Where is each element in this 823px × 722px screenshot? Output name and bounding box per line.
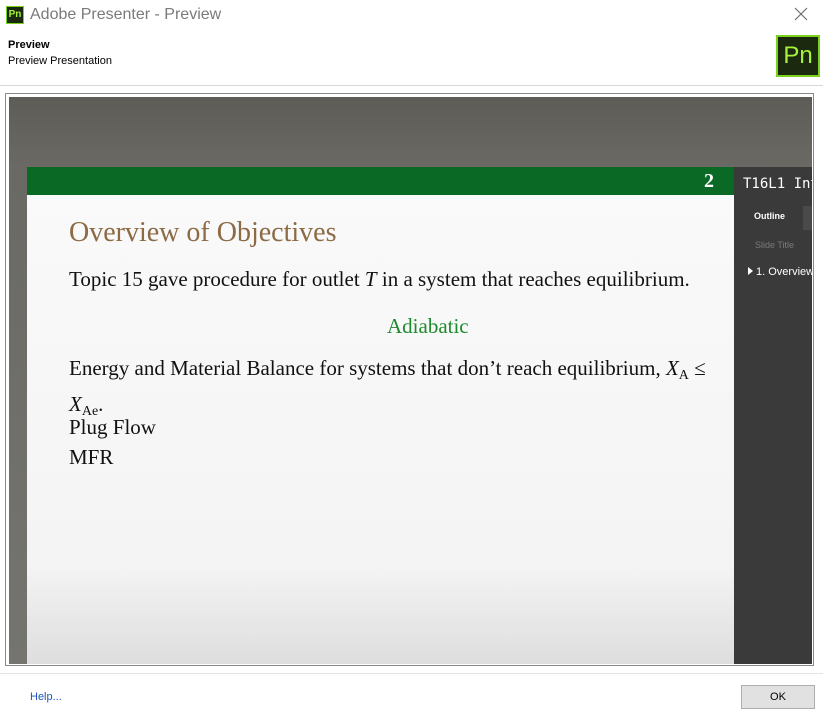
preview-frame: 2 Overview of Objectives Topic 15 gave p… — [5, 93, 814, 666]
dialog-header: Preview Preview Presentation Pn — [0, 31, 823, 86]
presentation-title: T16L1 Int — [743, 176, 812, 192]
ok-button[interactable]: OK — [741, 685, 815, 709]
header-title: Preview — [8, 39, 50, 51]
dialog-footer: Help... OK — [0, 673, 823, 722]
tab-outline[interactable]: Outline — [754, 211, 785, 221]
outline-item-overview[interactable]: 1. Overview — [748, 266, 812, 278]
slide: 2 Overview of Objectives Topic 15 gave p… — [27, 167, 734, 664]
close-button[interactable] — [787, 4, 815, 26]
title-bar: Pn Adobe Presenter - Preview — [0, 0, 823, 31]
tab-divider — [803, 206, 812, 230]
outline-item-label: 1. Overview — [756, 266, 812, 278]
slide-heading: Overview of Objectives — [69, 217, 337, 248]
close-icon — [794, 7, 808, 21]
slide-number: 2 — [704, 170, 714, 192]
slide-title-column-header: Slide Title — [755, 240, 795, 250]
slide-bullet-energy-balance: Energy and Material Balance for systems … — [69, 356, 706, 419]
preview-stage: 2 Overview of Objectives Topic 15 gave p… — [9, 97, 812, 664]
presenter-logo: Pn — [776, 35, 820, 77]
slide-adiabatic-label: Adiabatic — [387, 314, 469, 338]
header-subtitle: Preview Presentation — [8, 55, 112, 67]
play-triangle-icon — [748, 267, 753, 275]
presenter-app-icon: Pn — [6, 6, 24, 24]
window-title: Adobe Presenter - Preview — [30, 6, 222, 23]
outline-sidebar: T16L1 Int Outline Slide Title 1. Overvie… — [734, 167, 812, 664]
slide-item-plug-flow: Plug Flow — [69, 415, 156, 439]
help-link[interactable]: Help... — [30, 691, 62, 703]
slide-bullet-topic15: Topic 15 gave procedure for outlet T in … — [69, 267, 690, 291]
slide-item-mfr: MFR — [69, 445, 114, 469]
slide-header-bar: 2 — [27, 167, 734, 195]
